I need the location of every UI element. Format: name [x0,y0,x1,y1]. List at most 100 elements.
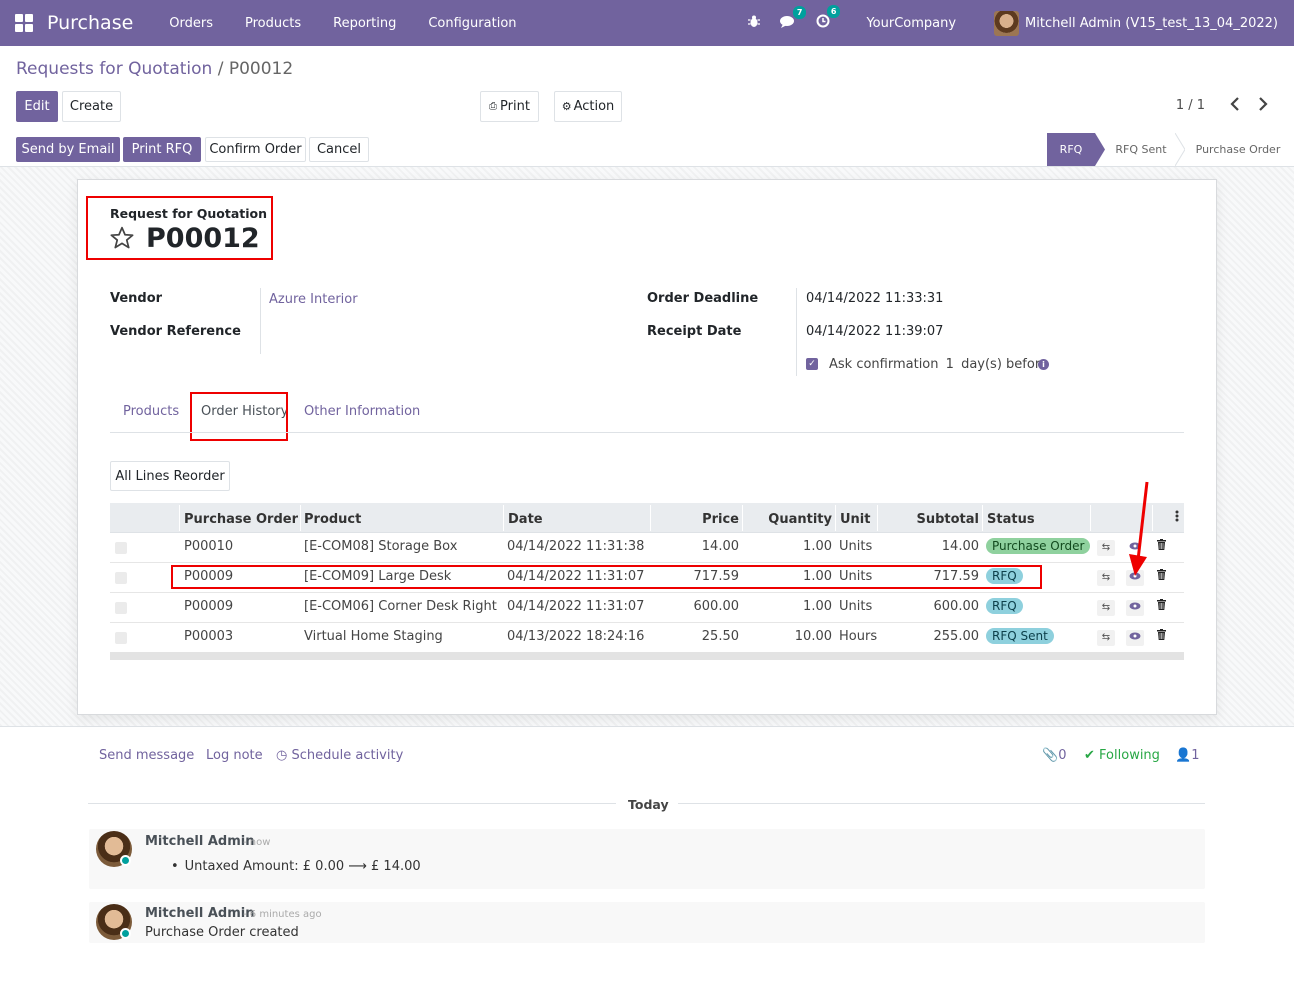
action-button[interactable]: ⚙ Action [554,91,622,122]
menu-products[interactable]: Products [229,16,317,31]
attachments-button[interactable]: 📎0 [1042,748,1066,763]
vendor-value[interactable]: Azure Interior [269,292,358,307]
cell-unit: Units [839,599,873,614]
view-eye-icon[interactable] [1126,630,1144,646]
cell-subtotal: 14.00 [941,539,979,554]
column-status[interactable]: Status [987,512,1035,527]
message-time: - now [243,837,271,848]
table-footer [110,652,1184,660]
followers-button[interactable]: 👤1 [1175,748,1199,763]
activities-clock-icon[interactable]: 6 [816,5,841,32]
attachments-count: 0 [1058,748,1067,763]
reorder-icon[interactable]: ⇆ [1097,600,1115,616]
tab-products[interactable]: Products [123,404,179,419]
column-divider [503,505,504,531]
menu-orders[interactable]: Orders [153,16,229,31]
message-author[interactable]: Mitchell Admin [145,906,254,921]
vendor-label: Vendor [110,291,163,306]
order-deadline-value[interactable]: 04/14/2022 11:33:31 [806,291,943,306]
ask-confirmation-text: Ask confirmation 1 day(s) before [829,357,1048,372]
column-divider [179,505,180,531]
ask-confirmation-suffix: day(s) before [961,357,1048,372]
status-rfq[interactable]: RFQ [1047,133,1095,166]
column-options-icon[interactable] [1174,509,1180,527]
pager-value[interactable]: 1 / 1 [1176,98,1205,113]
reorder-icon[interactable]: ⇆ [1097,540,1115,556]
order-deadline-label: Order Deadline [647,291,759,306]
pager-previous-icon[interactable] [1229,96,1241,116]
app-brand[interactable]: Purchase [47,12,133,34]
confirm-order-button[interactable]: Confirm Order [205,137,306,162]
user-menu[interactable]: Mitchell Admin (V15_test_13_04_2022) [994,10,1278,36]
cell-order: P00003 [184,629,234,644]
print-rfq-button[interactable]: Print RFQ [123,137,201,162]
online-status-icon [120,855,131,866]
messages-icon[interactable]: 7 [780,5,807,32]
cancel-button[interactable]: Cancel [309,137,369,162]
apps-menu-icon[interactable] [15,14,33,32]
cell-product: [E-COM08] Storage Box [304,539,458,554]
order-name: P00012 [146,223,260,254]
reorder-icon[interactable]: ⇆ [1097,630,1115,646]
user-icon: 👤 [1175,748,1192,763]
receipt-date-value[interactable]: 04/14/2022 11:39:07 [806,324,943,339]
message-body: • Untaxed Amount: £ 0.00 ⟶ £ 14.00 [171,859,421,874]
delete-trash-icon[interactable] [1152,629,1170,645]
status-badge: RFQ Sent [986,628,1054,644]
send-by-email-button[interactable]: Send by Email [16,137,120,162]
row-checkbox[interactable] [115,632,127,644]
send-message-button[interactable]: Send message [99,748,194,763]
edit-button[interactable]: Edit [16,91,58,122]
status-badge: Purchase Order [986,538,1091,554]
column-unit[interactable]: Unit [840,512,870,527]
create-button[interactable]: Create [62,91,121,122]
annotation-arrow-icon [1129,481,1149,576]
column-subtotal[interactable]: Subtotal [877,512,979,527]
menu-configuration[interactable]: Configuration [412,16,532,31]
view-eye-icon[interactable] [1126,600,1144,616]
column-product[interactable]: Product [304,512,361,527]
reorder-icon[interactable]: ⇆ [1097,570,1115,586]
column-date[interactable]: Date [508,512,543,527]
breadcrumb-parent[interactable]: Requests for Quotation [16,59,212,79]
debug-bug-icon[interactable] [748,15,761,32]
all-lines-reorder-button[interactable]: All Lines Reorder [110,461,230,491]
company-switcher[interactable]: YourCompany [866,16,956,31]
status-purchase-order[interactable]: Purchase Order [1188,133,1288,166]
column-price[interactable]: Price [650,512,739,527]
following-button[interactable]: ✔ Following [1084,748,1160,763]
cell-price: 600.00 [693,599,740,614]
ask-confirmation-checkbox[interactable]: ✓ [806,358,818,370]
column-purchase-order[interactable]: Purchase Order [184,512,298,527]
user-name: Mitchell Admin (V15_test_13_04_2022) [1025,15,1278,31]
receipt-date-label: Receipt Date [647,324,742,339]
pager-next-icon[interactable] [1257,96,1269,116]
column-quantity[interactable]: Quantity [742,512,832,527]
log-note-button[interactable]: Log note [206,748,263,763]
message-time: - 6 minutes ago [243,909,322,920]
status-rfq-sent[interactable]: RFQ Sent [1105,133,1177,166]
table-row[interactable] [110,593,1184,623]
cell-unit: Units [839,539,873,554]
ask-confirmation-days[interactable]: 1 [946,357,954,372]
tabs-divider [110,432,1184,433]
menu-reporting[interactable]: Reporting [317,16,412,31]
status-arrow-icon [1095,133,1105,166]
schedule-activity-button[interactable]: ◷ Schedule activity [276,748,403,763]
row-checkbox[interactable] [115,602,127,614]
cell-product: Virtual Home Staging [304,629,443,644]
printer-icon: ⎙ [489,101,498,112]
star-icon[interactable] [109,225,135,251]
row-checkbox[interactable] [115,542,127,554]
cell-subtotal: 255.00 [933,629,980,644]
print-button[interactable]: ⎙ Print [480,91,539,122]
info-icon[interactable]: i [1038,359,1049,370]
ask-confirmation-label: Ask confirmation [829,357,939,372]
cell-date: 04/13/2022 18:24:16 [507,629,645,644]
tab-other-information[interactable]: Other Information [304,404,420,419]
row-checkbox[interactable] [115,572,127,584]
clock-icon: ◷ [276,748,288,763]
delete-trash-icon[interactable] [1152,599,1170,615]
following-label: Following [1099,748,1160,763]
message-author[interactable]: Mitchell Admin [145,834,254,849]
